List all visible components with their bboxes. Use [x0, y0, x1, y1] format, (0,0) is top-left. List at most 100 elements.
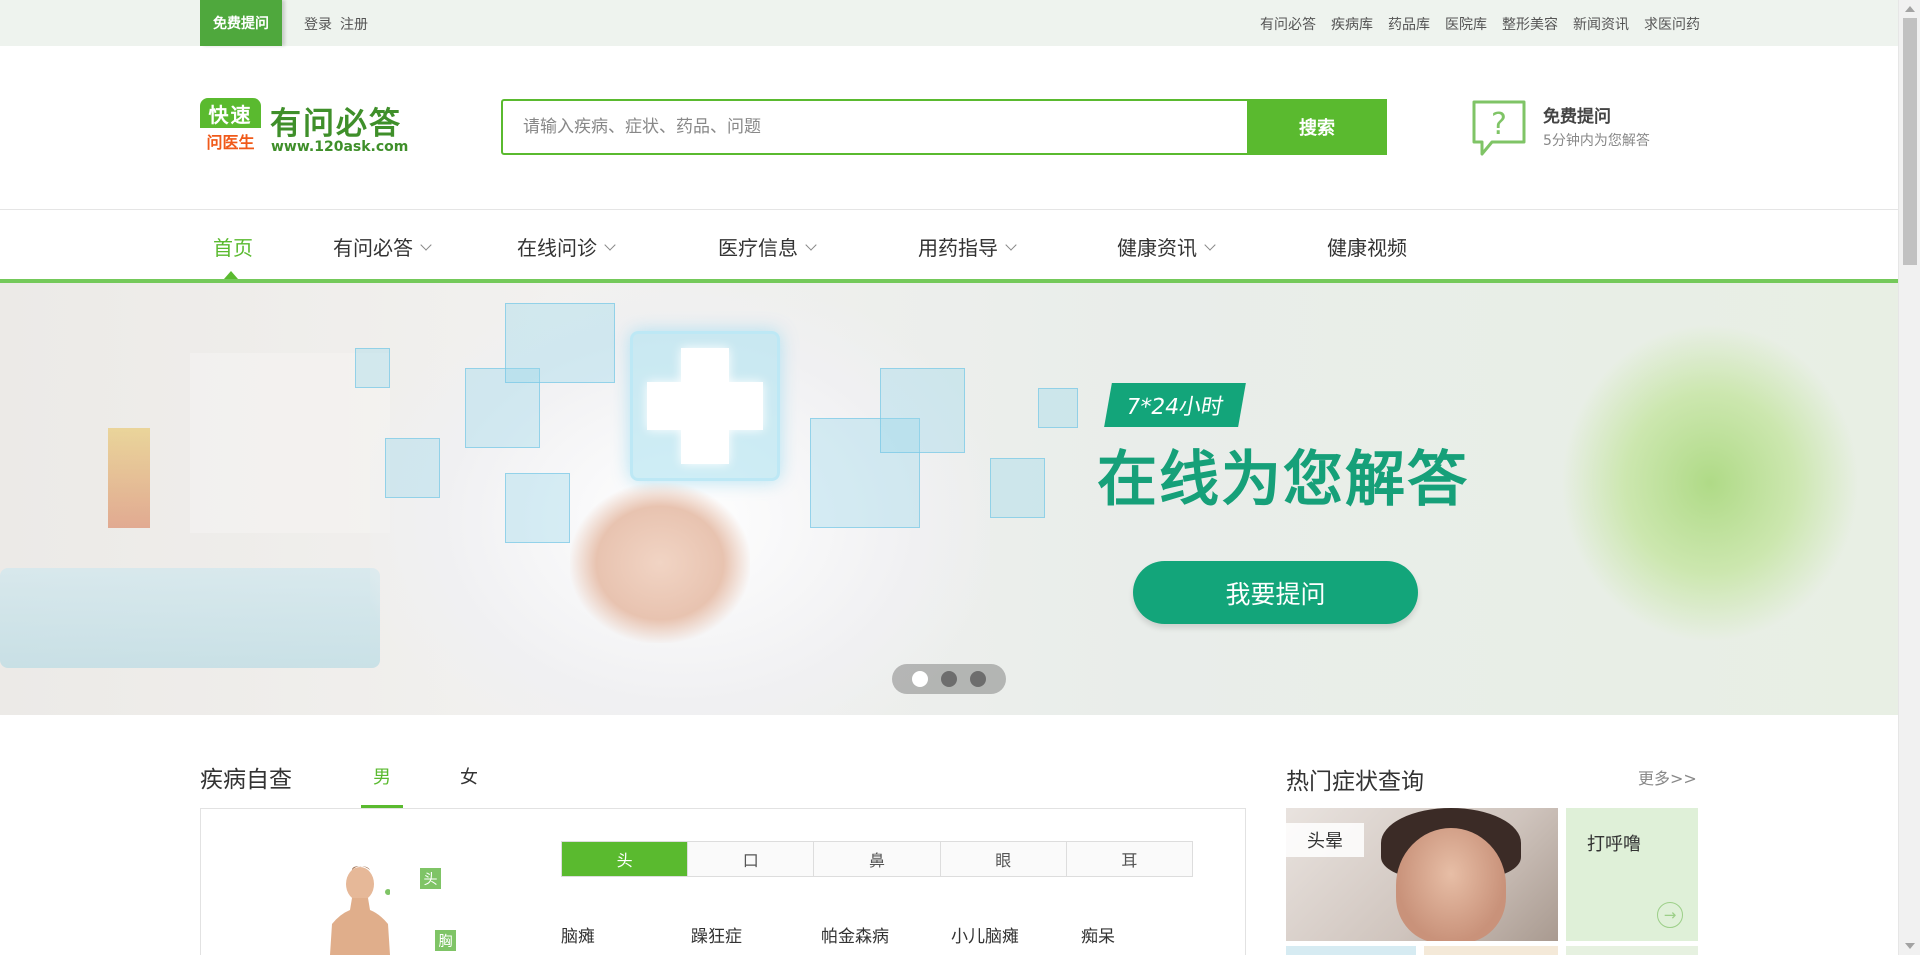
nav-medical-info[interactable]: 医疗信息	[718, 232, 817, 261]
vertical-scrollbar[interactable]	[1898, 0, 1920, 955]
part-tab-head[interactable]: 头	[562, 842, 689, 876]
disease-link[interactable]: 躁狂症	[691, 922, 742, 947]
chevron-down-icon	[805, 238, 817, 251]
scrollbar-thumb[interactable]	[1903, 18, 1917, 265]
nav-health-news[interactable]: 健康资讯	[1117, 232, 1216, 261]
banner-deco-square	[385, 438, 440, 498]
body-part-tabs: 头 口 鼻 眼 耳	[561, 841, 1193, 877]
hero-banner[interactable]: 7*24小时 在线为您解答 我要提问	[0, 283, 1898, 715]
chevron-down-icon	[604, 238, 616, 251]
disease-link[interactable]: 脑瘫	[561, 922, 595, 947]
banner-bg-plant	[1560, 323, 1860, 643]
symptom-card-label: 头晕	[1286, 823, 1364, 857]
body-label-head[interactable]: 头	[420, 868, 441, 889]
banner-deco-square	[505, 303, 615, 383]
banner-deco-square	[355, 348, 390, 388]
top-link-drug[interactable]: 药品库	[1388, 14, 1430, 34]
top-link-news[interactable]: 新闻资讯	[1573, 14, 1629, 34]
question-bubble-icon: ?	[1472, 100, 1526, 156]
banner-deco-square	[505, 473, 570, 543]
disease-link[interactable]: 小儿脑瘫	[951, 922, 1019, 947]
nav-health-video-label: 健康视频	[1327, 236, 1407, 260]
part-tab-mouth[interactable]: 口	[688, 842, 815, 876]
top-link-youwen[interactable]: 有问必答	[1260, 14, 1316, 34]
main-nav: 首页 有问必答 在线问诊 医疗信息 用药指导 健康资讯 健康视频	[0, 210, 1898, 283]
logo-badge-top: 快速	[200, 98, 261, 128]
logo-badge-bottom: 问医生	[206, 133, 255, 152]
chevron-down-icon	[420, 238, 432, 251]
register-link[interactable]: 注册	[340, 17, 368, 33]
scroll-down-icon[interactable]	[1905, 943, 1915, 949]
nav-drug-guide[interactable]: 用药指导	[918, 232, 1017, 261]
carousel-dots	[892, 664, 1006, 694]
nav-health-video[interactable]: 健康视频	[1327, 232, 1407, 261]
top-link-plastic[interactable]: 整形美容	[1502, 14, 1558, 34]
site-logo[interactable]: 快速 问医生 有问必答 www.120ask.com	[200, 98, 408, 158]
free-ask-widget[interactable]: ? 免费提问 5分钟内为您解答	[1470, 98, 1710, 158]
tab-male[interactable]: 男	[373, 763, 391, 789]
active-indicator-icon	[224, 271, 238, 279]
disease-link[interactable]: 痴呆	[1081, 922, 1115, 947]
nav-online-consult-label: 在线问诊	[517, 236, 597, 260]
page: 免费提问 登录 注册 有问必答 疾病库 药品库 医院库 整形美容 新闻资讯 求医问…	[0, 0, 1898, 955]
banner-hand-image	[570, 483, 750, 643]
top-link-qiuyi[interactable]: 求医问药	[1644, 14, 1700, 34]
logo-url: www.120ask.com	[271, 139, 409, 155]
nav-home-label: 首页	[213, 236, 253, 260]
nav-online-consult[interactable]: 在线问诊	[517, 232, 616, 261]
ask-question-button[interactable]: 我要提问	[1133, 561, 1418, 624]
arrow-right-icon: →	[1657, 902, 1683, 928]
auth-links: 登录 注册	[304, 14, 376, 34]
banner-bg-picture	[108, 428, 150, 528]
help-title: 免费提问	[1543, 107, 1611, 127]
free-ask-top-button[interactable]: 免费提问	[200, 0, 282, 46]
nav-youwen-label: 有问必答	[333, 236, 413, 260]
search-input[interactable]	[523, 101, 1103, 153]
disease-link[interactable]: 帕金森病	[821, 922, 889, 947]
symptom-card-dizziness[interactable]: 头晕	[1286, 808, 1558, 941]
search-box: 搜索	[501, 99, 1387, 155]
svg-text:?: ?	[1491, 107, 1507, 142]
self-check-title: 疾病自查	[200, 767, 292, 793]
search-button[interactable]: 搜索	[1247, 99, 1387, 155]
more-link[interactable]: 更多>>	[1638, 765, 1697, 789]
symptom-card-label: 打呼噜	[1587, 834, 1641, 855]
top-bar: 免费提问 登录 注册 有问必答 疾病库 药品库 医院库 整形美容 新闻资讯 求医问…	[0, 0, 1898, 46]
nav-medical-info-label: 医疗信息	[718, 236, 798, 260]
part-tab-nose[interactable]: 鼻	[814, 842, 941, 876]
banner-deco-square	[880, 368, 965, 453]
human-body-icon[interactable]	[330, 862, 390, 955]
logo-name: 有问必答	[270, 106, 402, 142]
nav-health-news-label: 健康资讯	[1117, 236, 1197, 260]
top-link-disease[interactable]: 疾病库	[1331, 14, 1373, 34]
top-link-hospital[interactable]: 医院库	[1445, 14, 1487, 34]
part-tab-eye[interactable]: 眼	[940, 842, 1067, 876]
chevron-down-icon	[1005, 238, 1017, 251]
carousel-dot[interactable]	[941, 671, 957, 687]
part-tab-ear[interactable]: 耳	[1066, 842, 1193, 876]
hot-symptoms-title: 热门症状查询	[1286, 769, 1424, 795]
symptom-card-snoring[interactable]: 打呼噜 →	[1566, 808, 1698, 941]
symptom-card-peek	[1286, 946, 1416, 955]
login-link[interactable]: 登录	[304, 17, 332, 33]
header: 快速 问医生 有问必答 www.120ask.com 搜索 ? 免费提问 5分钟…	[0, 46, 1898, 210]
medical-cross-icon	[630, 331, 780, 481]
help-subtitle: 5分钟内为您解答	[1543, 133, 1650, 149]
carousel-dot[interactable]	[970, 671, 986, 687]
carousel-dot[interactable]	[912, 671, 928, 687]
nav-drug-guide-label: 用药指导	[918, 236, 998, 260]
banner-deco-square	[990, 458, 1045, 518]
banner-bg-chairs	[0, 568, 380, 668]
banner-deco-square	[1038, 388, 1078, 428]
nav-youwen[interactable]: 有问必答	[333, 232, 432, 261]
chevron-down-icon	[1204, 238, 1216, 251]
symptom-card-peek	[1424, 946, 1558, 955]
logo-badge: 快速 问医生	[200, 98, 261, 156]
banner-tag: 7*24小时	[1104, 383, 1246, 427]
nav-home[interactable]: 首页	[213, 232, 253, 261]
scroll-up-icon[interactable]	[1905, 6, 1915, 12]
symptom-photo-face	[1396, 828, 1506, 941]
tab-female[interactable]: 女	[460, 763, 478, 789]
body-label-chest[interactable]: 胸	[435, 930, 456, 951]
top-links: 有问必答 疾病库 药品库 医院库 整形美容 新闻资讯 求医问药	[1260, 14, 1700, 34]
